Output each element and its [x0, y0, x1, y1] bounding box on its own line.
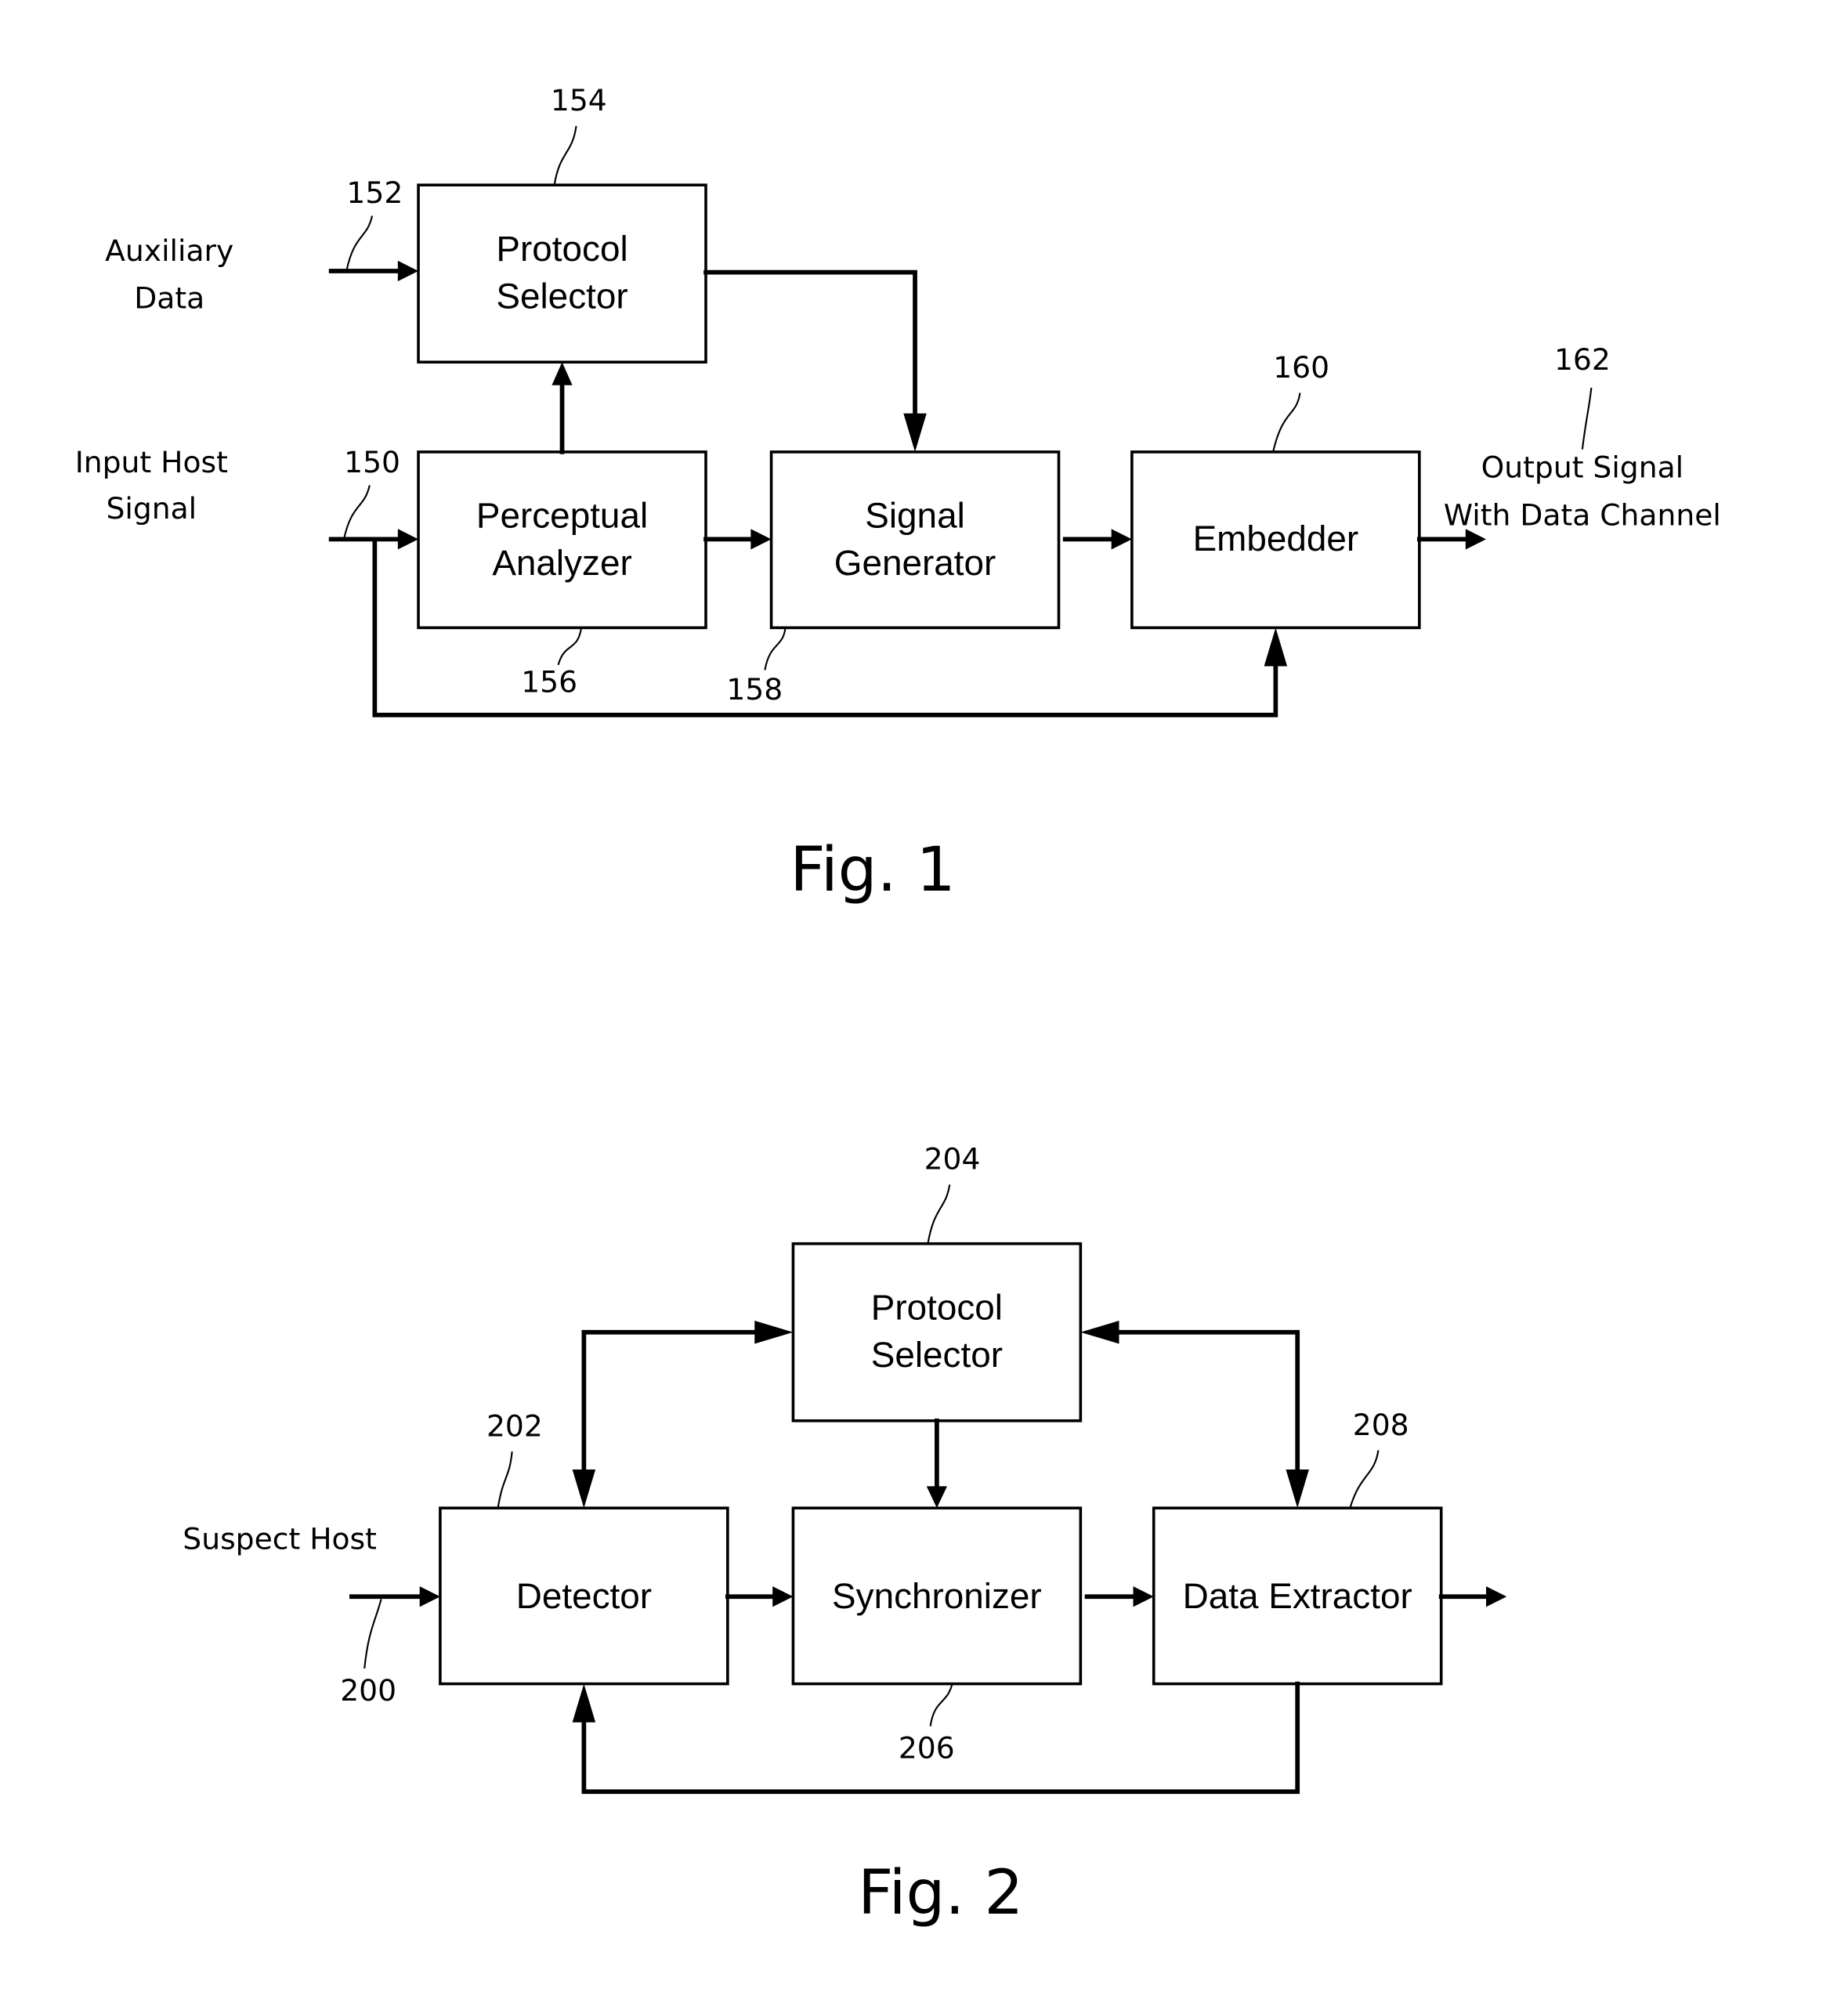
auxiliary-data-label: Data: [134, 280, 204, 315]
auxiliary-data-label: Auxiliary: [105, 233, 233, 268]
ref-150: 150: [344, 445, 400, 479]
ref-162: 162: [1554, 342, 1611, 377]
block-label: Generator: [834, 542, 996, 583]
block-label: Data Extractor: [1183, 1575, 1412, 1616]
fig1-signal-generator-block: Signal Generator: [769, 450, 1061, 630]
block-label: Perceptual: [476, 495, 648, 536]
fig2-protocol-selector-block: Protocol Selector: [791, 1242, 1083, 1423]
fig1-protocol-selector-block: Protocol Selector: [417, 183, 707, 364]
block-label: Detector: [516, 1575, 652, 1616]
fig2-data-extractor-block: Data Extractor: [1152, 1506, 1443, 1686]
ref-154: 154: [551, 83, 607, 117]
output-signal-label: Output Signal: [1481, 450, 1683, 485]
ref-158: 158: [726, 672, 783, 707]
ref-208: 208: [1353, 1408, 1409, 1442]
block-label: Signal: [865, 495, 964, 536]
fig1-embedder-block: Embedder: [1130, 450, 1421, 630]
input-host-signal-label: Signal: [106, 491, 197, 526]
block-label: Protocol: [496, 228, 627, 269]
figure-2-caption: Fig. 2: [858, 1856, 1023, 1929]
ref-204: 204: [924, 1142, 981, 1177]
figure-2: Protocol Selector Detector Synchronizer …: [183, 1142, 1507, 1929]
fig2-detector-block: Detector: [439, 1506, 729, 1686]
block-label: Embedder: [1193, 518, 1359, 559]
block-label: Selector: [871, 1334, 1003, 1375]
figure-1: Protocol Selector Perceptual Analyzer Si…: [75, 83, 1721, 906]
block-label: Selector: [496, 275, 627, 316]
output-signal-label: With Data Channel: [1444, 497, 1721, 532]
ref-160: 160: [1273, 350, 1329, 385]
fig2-synchronizer-block: Synchronizer: [791, 1506, 1083, 1686]
block-label: Protocol: [871, 1286, 1003, 1327]
patent-diagram: Protocol Selector Perceptual Analyzer Si…: [75, 83, 1721, 1929]
block-label: Analyzer: [492, 542, 631, 583]
input-host-signal-label: Input Host: [75, 445, 228, 479]
suspect-host-label: Suspect Host: [183, 1522, 377, 1556]
figure-1-caption: Fig. 1: [790, 833, 955, 906]
ref-152: 152: [346, 175, 403, 210]
ref-202: 202: [486, 1408, 543, 1443]
block-label: Synchronizer: [832, 1575, 1042, 1616]
ref-206: 206: [899, 1731, 955, 1766]
ref-200: 200: [340, 1673, 396, 1708]
ref-156: 156: [521, 664, 577, 699]
fig1-perceptual-analyzer-block: Perceptual Analyzer: [417, 450, 707, 630]
